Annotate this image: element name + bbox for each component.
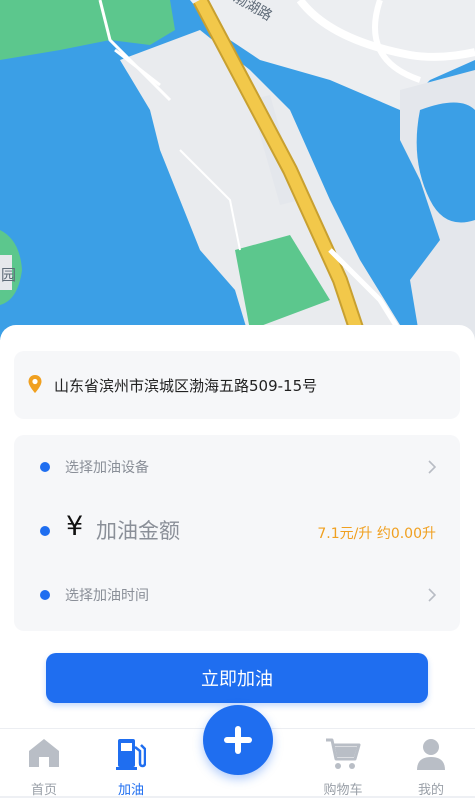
- tab-home-label: 首页: [30, 783, 57, 798]
- map-canvas[interactable]: [0, 0, 475, 340]
- user-icon: [416, 737, 446, 775]
- amount-input[interactable]: [96, 515, 296, 547]
- fuel-pump-icon: [116, 737, 147, 775]
- bullet-dot: [40, 526, 50, 536]
- chevron-right-icon: [428, 587, 437, 606]
- bullet-dot: [40, 590, 50, 600]
- tab-mine[interactable]: 我的: [386, 729, 475, 798]
- refuel-now-button[interactable]: 立即加油: [46, 653, 428, 703]
- tab-home[interactable]: 首页: [0, 729, 89, 798]
- tab-cart[interactable]: 购物车: [298, 729, 388, 798]
- center-add-button[interactable]: [203, 705, 273, 775]
- currency-symbol: ¥: [66, 511, 84, 542]
- select-time-label: 选择加油时间: [65, 588, 149, 604]
- select-device-label: 选择加油设备: [65, 460, 149, 476]
- location-pin-icon: [27, 374, 43, 398]
- select-device-row[interactable]: 选择加油设备: [14, 447, 460, 487]
- station-address: 山东省滨州市滨城区渤海五路509-15号: [54, 377, 318, 395]
- home-icon: [27, 737, 61, 773]
- tab-mine-label: 我的: [417, 783, 444, 798]
- select-time-row[interactable]: 选择加油时间: [14, 575, 460, 615]
- price-info: 7.1元/升 约0.00升: [317, 526, 436, 542]
- amount-row: ¥ 7.1元/升 约0.00升: [14, 505, 460, 557]
- tab-cart-label: 购物车: [323, 783, 363, 798]
- plus-icon: [224, 726, 252, 754]
- address-card[interactable]: 山东省滨州市滨城区渤海五路509-15号: [14, 351, 460, 419]
- map-view[interactable]: 渤湖路 园: [0, 0, 475, 340]
- refuel-form: 选择加油设备 ¥ 7.1元/升 约0.00升 选择加油时间: [14, 435, 460, 631]
- tab-refuel[interactable]: 加油: [86, 729, 176, 798]
- map-place-label: 园: [1, 266, 17, 284]
- bullet-dot: [40, 462, 50, 472]
- tab-refuel-label: 加油: [117, 783, 144, 798]
- chevron-right-icon: [428, 459, 437, 478]
- cart-icon: [325, 737, 361, 775]
